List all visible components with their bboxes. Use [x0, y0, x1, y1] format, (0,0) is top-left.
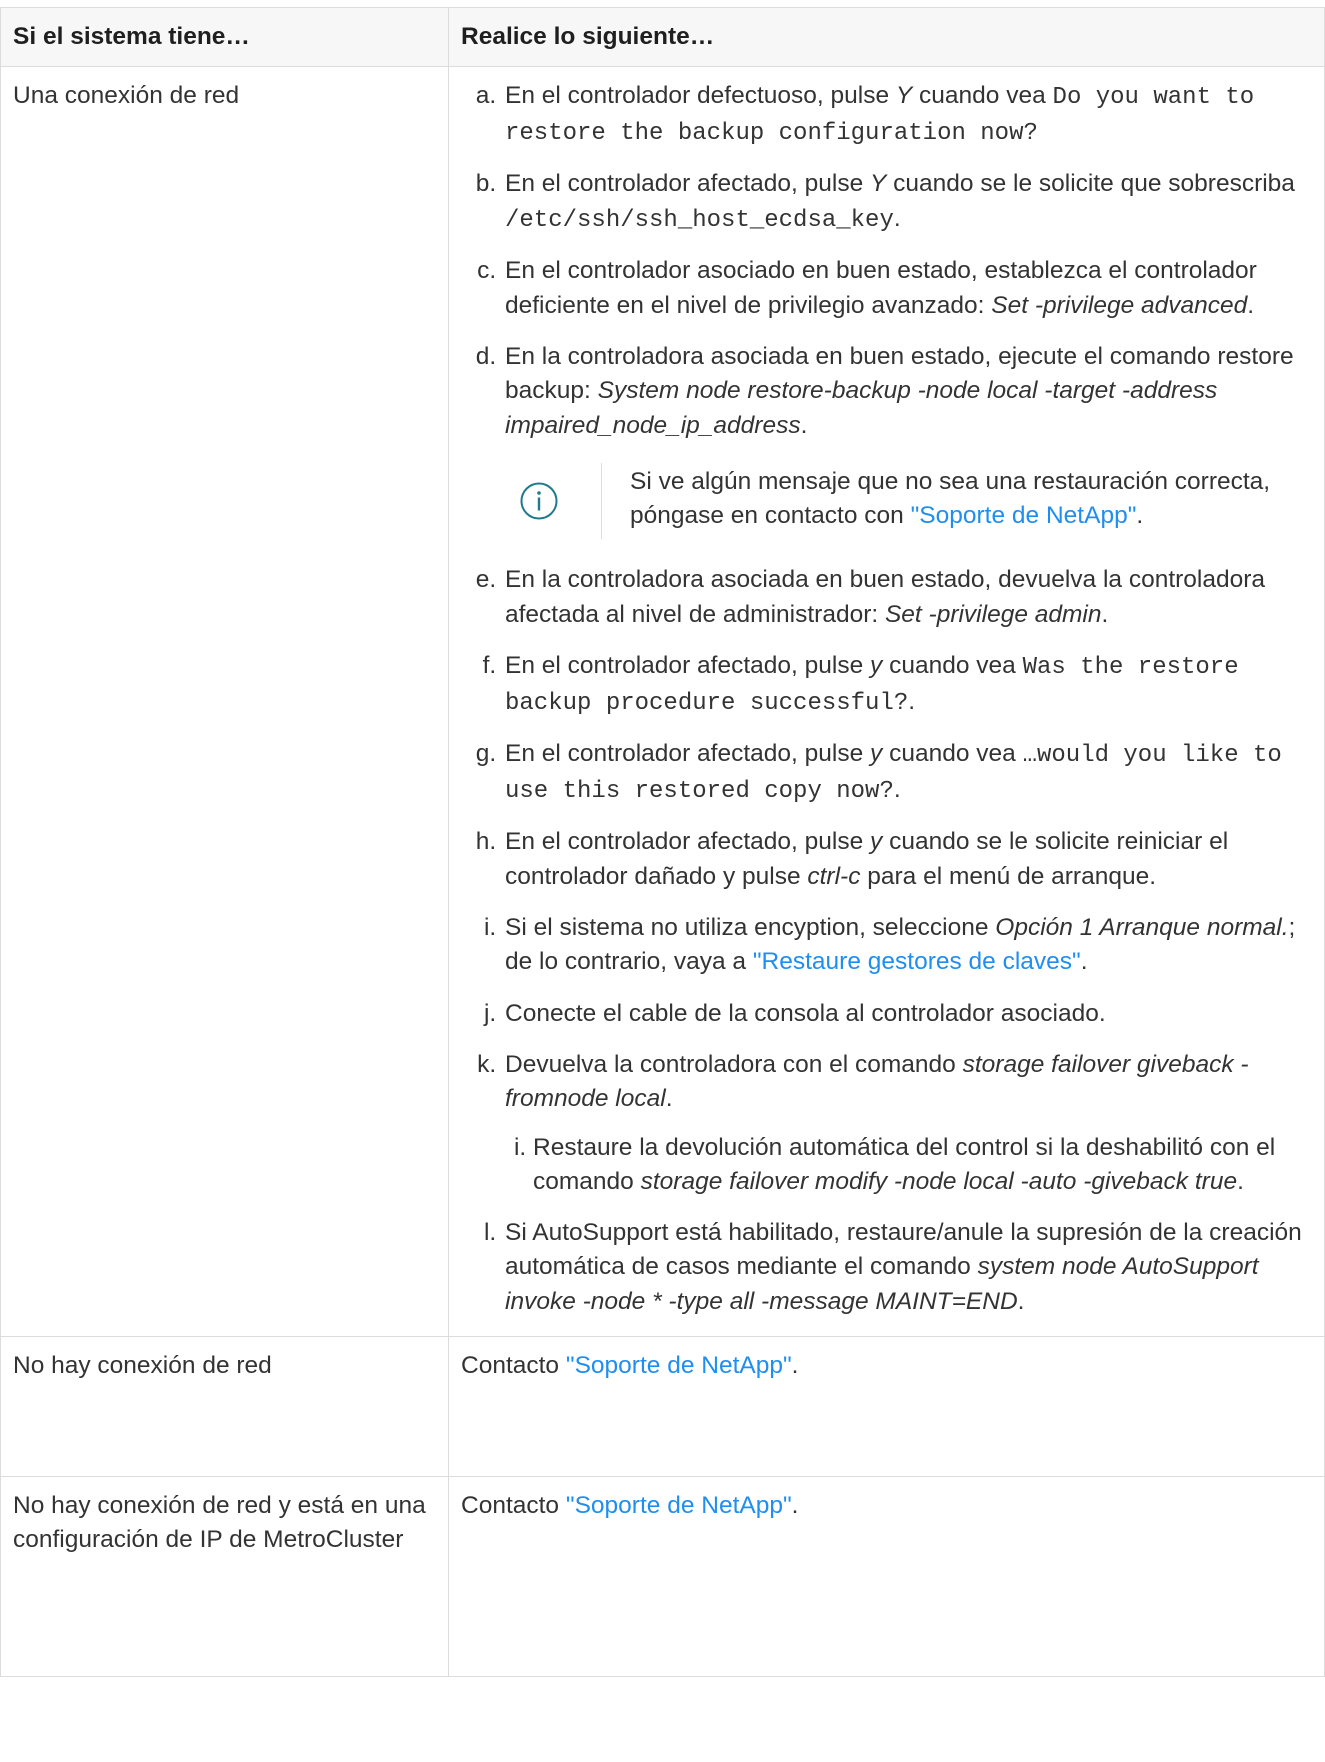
step-text: . [1247, 291, 1255, 319]
step-d: En la controladora asociada en buen esta… [503, 340, 1316, 540]
action-text: Contacto [461, 1491, 566, 1519]
condition-cell: Una conexión de red [0, 66, 449, 1337]
step-text: . [800, 411, 808, 439]
step-text: . [1017, 1287, 1025, 1315]
step-text: Si el sistema no utiliza encyption, sele… [505, 914, 996, 942]
action-cell: Contacto "Soporte de NetApp". [448, 1475, 1325, 1677]
step-text: En el controlador afectado, pulse [505, 170, 871, 198]
step-text: cuando vea [912, 82, 1053, 110]
step-text: En el controlador afectado, pulse [505, 740, 871, 768]
step-text: En el controlador defectuoso, pulse [505, 82, 896, 110]
action-text: . [791, 1491, 799, 1519]
step-b: En el controlador afectado, pulse Y cuan… [503, 167, 1316, 237]
step-text: En el controlador afectado, pulse [505, 652, 871, 680]
step-f: En el controlador afectado, pulse y cuan… [503, 649, 1316, 720]
step-text: cuando vea [882, 740, 1023, 768]
key-text: y [870, 828, 883, 856]
condition-cell: No hay conexión de red [0, 1335, 449, 1477]
step-text: . [908, 687, 916, 715]
note-callout: Si ve algún mensaje que no sea una resta… [491, 462, 1316, 540]
step-c: En el controlador asociado en buen estad… [503, 254, 1316, 323]
step-text: . [1237, 1167, 1244, 1195]
command-text: Set -privilege advanced [991, 291, 1248, 319]
step-text: Conecte el cable de la consola al contro… [505, 999, 1106, 1027]
action-cell: Contacto "Soporte de NetApp". [448, 1335, 1325, 1477]
steps-list: En el controlador defectuoso, pulse Y cu… [461, 79, 1316, 1319]
substeps-list: Restaure la devolución automática del co… [505, 1131, 1316, 1200]
step-text: . [665, 1085, 673, 1113]
step-a: En el controlador defectuoso, pulse Y cu… [503, 79, 1316, 150]
netapp-support-link[interactable]: "Soporte de NetApp" [566, 1352, 792, 1379]
key-text: Y [870, 170, 887, 198]
step-e: En la controladora asociada en buen esta… [503, 563, 1316, 632]
step-text: . [893, 204, 901, 232]
step-text: cuando vea [882, 652, 1023, 680]
step-g: En el controlador afectado, pulse y cuan… [503, 737, 1316, 808]
step-text: . [1101, 600, 1109, 628]
table-row: No hay conexión de red Contacto "Soporte… [0, 1335, 1325, 1477]
info-icon [491, 481, 587, 521]
step-text: . [893, 775, 901, 803]
step-i: Si el sistema no utiliza encyption, sele… [503, 911, 1316, 980]
command-text: storage failover modify -node local -aut… [640, 1167, 1238, 1195]
step-j: Conecte el cable de la consola al contro… [503, 997, 1316, 1031]
netapp-support-link[interactable]: "Soporte de NetApp" [566, 1492, 792, 1519]
step-text: . [1080, 948, 1088, 976]
condition-cell: No hay conexión de red y está en una con… [0, 1475, 449, 1677]
step-k: Devuelva la controladora con el comando … [503, 1048, 1316, 1199]
key-text: ctrl-c [807, 862, 861, 890]
netapp-support-link[interactable]: "Soporte de NetApp" [911, 502, 1137, 529]
command-text: Set -privilege admin [884, 600, 1102, 628]
table-header-row: Si el sistema tiene… Realice lo siguient… [0, 6, 1325, 68]
step-text: cuando se le solicite que sobrescriba [886, 170, 1295, 198]
note-text: Si ve algún mensaje que no sea una resta… [601, 462, 1316, 540]
substep-i: Restaure la devolución automática del co… [533, 1131, 1316, 1200]
key-text: y [870, 740, 883, 768]
key-text: y [870, 652, 883, 680]
restore-key-managers-link[interactable]: "Restaure gestores de claves" [753, 948, 1081, 975]
table-row: Una conexión de red En el controlador de… [0, 66, 1325, 1337]
command-text: System node restore-backup -node local -… [505, 377, 1218, 439]
step-text: para el menú de arranque. [860, 862, 1157, 890]
column-header-condition: Si el sistema tiene… [0, 6, 449, 68]
file-path: /etc/ssh/ssh_host_ecdsa_key [505, 206, 894, 234]
action-text: . [791, 1351, 799, 1379]
action-text: Contacto [461, 1351, 566, 1379]
step-h: En el controlador afectado, pulse y cuan… [503, 825, 1316, 894]
step-l: Si AutoSupport está habilitado, restaure… [503, 1216, 1316, 1319]
column-header-action: Realice lo siguiente… [448, 6, 1325, 68]
note-text-part: . [1136, 502, 1144, 530]
option-text: Opción 1 Arranque normal. [995, 914, 1289, 942]
step-text: Devuelva la controladora con el comando [505, 1050, 963, 1078]
table-row: No hay conexión de red y está en una con… [0, 1475, 1325, 1677]
action-cell: En el controlador defectuoso, pulse Y cu… [448, 66, 1325, 1337]
key-text: Y [895, 82, 913, 110]
procedure-table: Si el sistema tiene… Realice lo siguient… [0, 6, 1325, 1677]
step-text: En el controlador afectado, pulse [505, 828, 871, 856]
